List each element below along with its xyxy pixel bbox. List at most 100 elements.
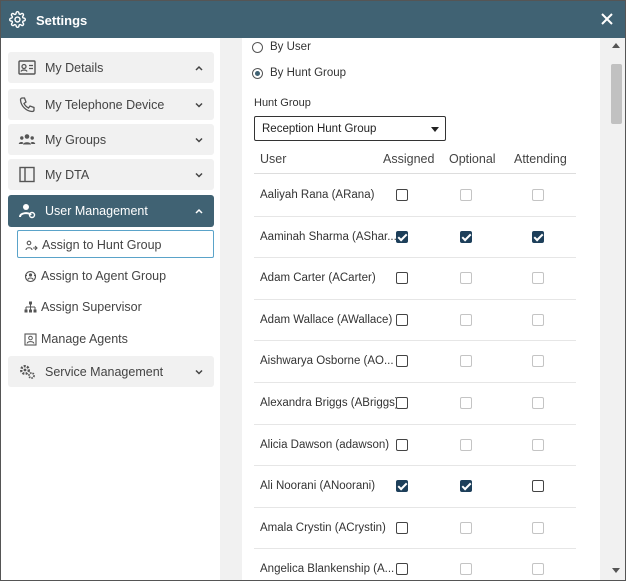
attending-checkbox[interactable] [532,563,544,576]
optional-checkbox[interactable] [460,272,472,285]
chevron-up-icon [195,208,203,214]
hunt-group-panel: By User By Hunt Group Hunt Group Recepti… [242,38,600,580]
user-name-cell: Angelica Blankenship (A... [260,563,395,576]
scroll-down-arrow-icon[interactable] [612,568,620,573]
chevron-down-icon [195,172,203,178]
close-icon[interactable] [598,10,616,28]
attending-checkbox[interactable] [532,189,544,201]
dropdown-arrow-icon [431,127,439,132]
scroll-up-arrow-icon[interactable] [612,43,620,48]
sidebar-item-my-dta[interactable]: My DTA [8,159,214,190]
table-row: Aaliyah Rana (ARana) [254,175,576,217]
assigned-checkbox[interactable] [396,397,408,409]
user-name-cell: Adam Wallace (AWallace) [260,313,393,326]
user-name-cell: Ali Noorani (ANoorani) [260,480,376,493]
assigned-checkbox[interactable] [396,272,408,285]
optional-checkbox[interactable] [460,189,472,201]
assigned-checkbox[interactable] [396,355,408,368]
attending-checkbox[interactable] [532,480,544,493]
gears-icon [20,365,35,379]
window-title: Settings [36,13,88,28]
optional-checkbox[interactable] [460,230,472,243]
sub-item-assign-supervisor[interactable]: Assign Supervisor [17,293,214,321]
vertical-scrollbar[interactable] [608,38,625,580]
sidebar-item-my-details[interactable]: My Details [8,52,214,83]
optional-checkbox[interactable] [460,563,472,576]
hunt-group-icon [25,240,38,251]
header-assigned: Assigned [383,152,435,166]
agent-group-icon [24,270,37,283]
assigned-checkbox[interactable] [396,563,408,576]
sidebar-item-label: User Management [45,204,148,218]
sub-item-label: Manage Agents [41,332,128,346]
assigned-checkbox[interactable] [396,313,408,326]
settings-window: Settings My Details My Telephone Device [0,0,626,581]
user-name-cell: Aishwarya Osborne (AO... [260,355,394,368]
id-card-icon [18,60,36,75]
table-row: Adam Carter (ACarter) [254,258,576,300]
user-name-cell: Aaminah Sharma (AShar... [260,230,397,243]
sub-item-label: Assign Supervisor [41,300,142,314]
by-user-radio[interactable] [252,41,263,53]
table-header: User Assigned Optional Attending [254,152,576,174]
user-name-cell: Alicia Dawson (adawson) [260,438,390,451]
sidebar-item-my-telephone-device[interactable]: My Telephone Device [8,89,214,120]
attending-checkbox[interactable] [532,272,544,285]
sub-item-label: Assign to Hunt Group [42,238,162,252]
assigned-checkbox[interactable] [396,189,408,201]
hunt-group-select-value: Reception Hunt Group [262,123,377,135]
attending-checkbox[interactable] [532,313,544,326]
assigned-checkbox[interactable] [396,480,408,493]
attending-checkbox[interactable] [532,521,544,534]
attending-checkbox[interactable] [532,355,544,368]
assigned-checkbox[interactable] [396,438,408,451]
by-hunt-group-radio-option[interactable]: By Hunt Group [252,65,346,81]
by-hunt-group-radio[interactable] [252,67,263,79]
sidebar-item-my-groups[interactable]: My Groups [8,124,214,155]
user-name-cell: Aaliyah Rana (ARana) [260,189,375,201]
table-row: Ali Noorani (ANoorani) [254,466,576,508]
content-area: By User By Hunt Group Hunt Group Recepti… [220,38,608,580]
table-row: Angelica Blankenship (A... [254,549,576,580]
assigned-checkbox[interactable] [396,521,408,534]
sub-item-manage-agents[interactable]: Manage Agents [17,325,214,353]
optional-checkbox[interactable] [460,480,472,493]
sidebar-item-service-management[interactable]: Service Management [8,356,214,387]
header-optional: Optional [449,152,496,166]
sidebar-item-user-management[interactable]: User Management [8,195,214,227]
header-user: User [260,152,287,166]
people-icon [18,134,36,145]
chevron-down-icon [195,102,203,108]
sub-item-label: Assign to Agent Group [41,269,167,283]
org-chart-icon [24,301,37,313]
attending-checkbox[interactable] [532,438,544,451]
table-row: Adam Wallace (AWallace) [254,300,576,342]
sidebar: My Details My Telephone Device My Groups [1,38,220,580]
hunt-group-select[interactable]: Reception Hunt Group [254,116,446,141]
optional-checkbox[interactable] [460,355,472,368]
sidebar-item-label: My Details [45,61,104,75]
optional-checkbox[interactable] [460,438,472,451]
optional-checkbox[interactable] [460,397,472,409]
scroll-thumb[interactable] [611,64,622,124]
by-user-radio-option[interactable]: By User [252,39,311,55]
attending-checkbox[interactable] [532,397,544,409]
user-name-cell: Adam Carter (ACarter) [260,272,376,285]
by-user-label: By User [270,41,311,53]
sub-item-assign-to-hunt-group[interactable]: Assign to Hunt Group [17,230,214,258]
table-row: Alexandra Briggs (ABriggs) [254,383,576,425]
sidebar-item-label: My Groups [45,133,107,147]
optional-checkbox[interactable] [460,313,472,326]
panel-icon [19,166,35,183]
assigned-checkbox[interactable] [396,230,408,243]
attending-checkbox[interactable] [532,230,544,243]
table-row: Amala Crystin (ACrystin) [254,508,576,550]
sidebar-item-label: My DTA [45,168,90,182]
title-bar: Settings [1,1,625,38]
chevron-up-icon [195,65,203,71]
header-attending: Attending [514,152,567,166]
optional-checkbox[interactable] [460,521,472,534]
sub-item-assign-to-agent-group[interactable]: Assign to Agent Group [17,262,214,290]
phone-icon [19,97,35,113]
chevron-down-icon [195,137,203,143]
